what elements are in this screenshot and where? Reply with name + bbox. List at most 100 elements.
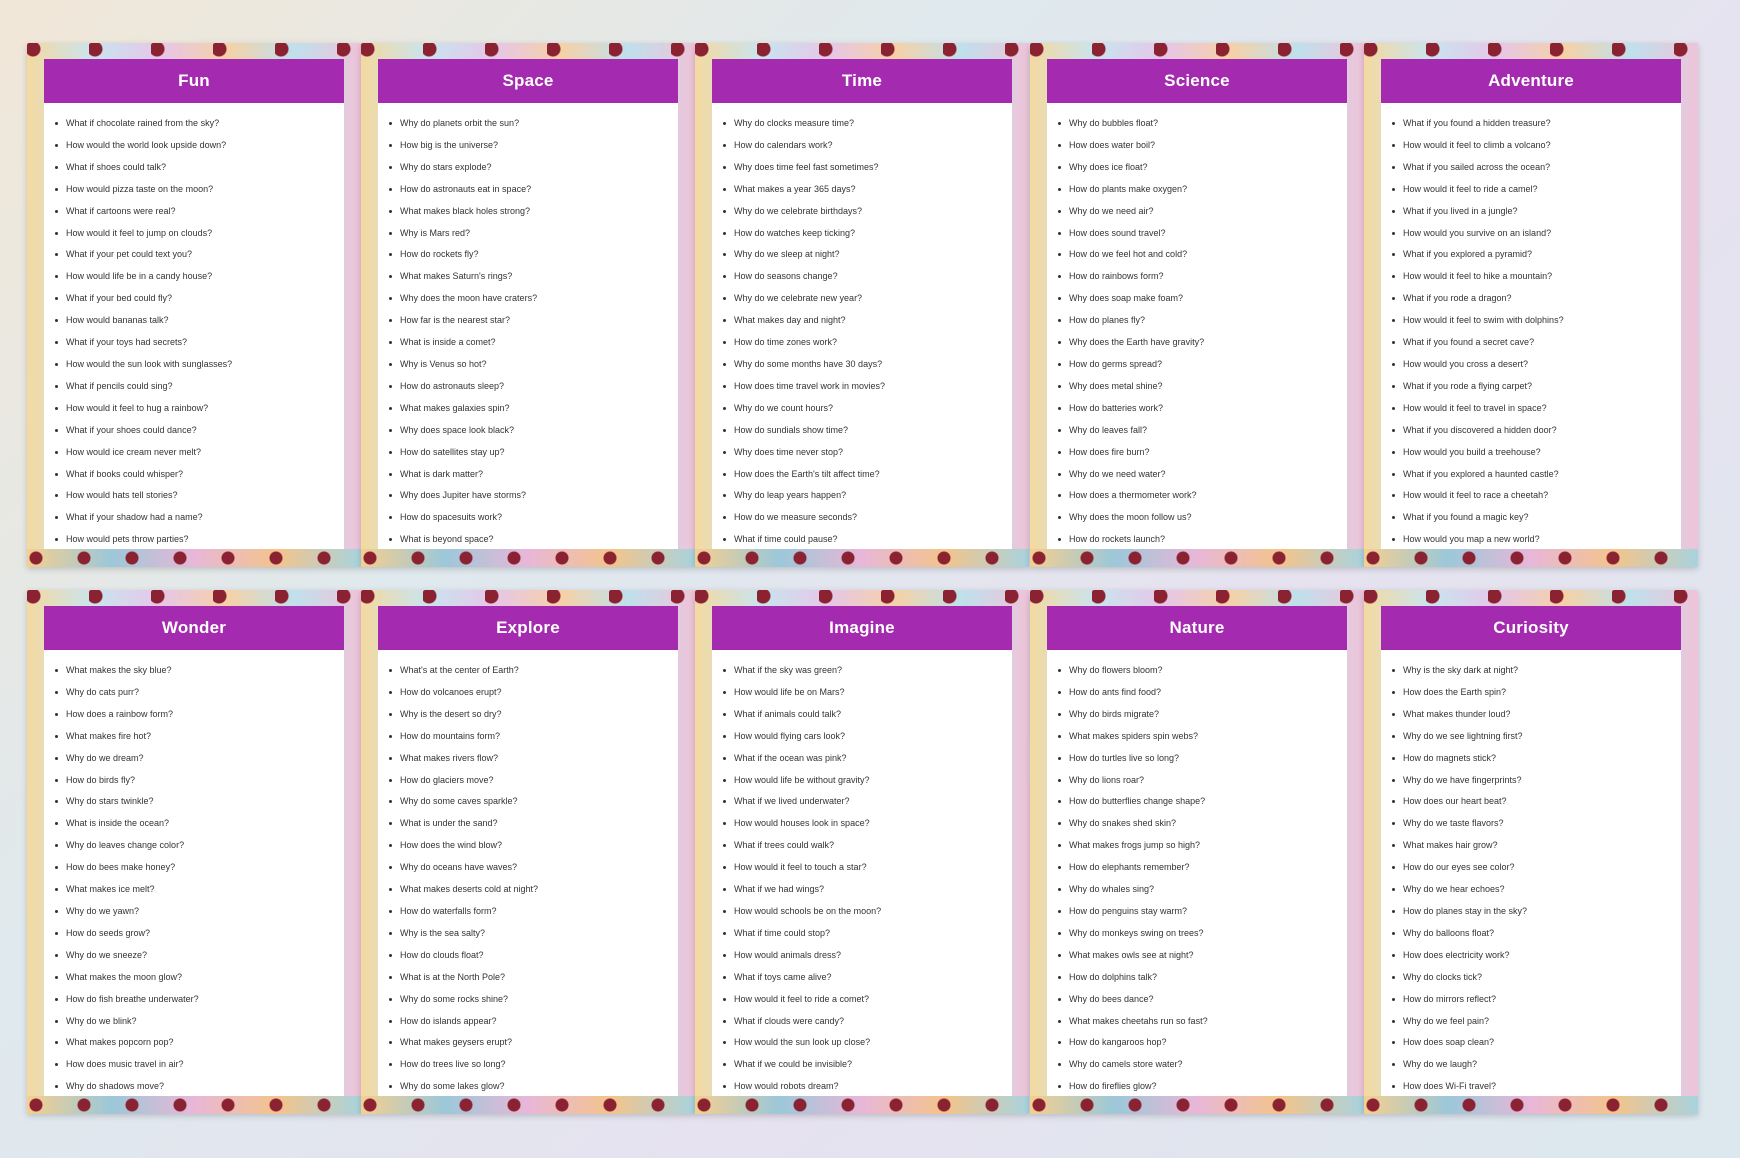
question-item: What if toys came alive? — [722, 967, 1012, 989]
question-item: How would life be without gravity? — [722, 770, 1012, 792]
question-item: What if your shadow had a name? — [54, 507, 344, 529]
question-item: Why do planets orbit the sun? — [388, 113, 678, 135]
question-item: How do trees live so long? — [388, 1054, 678, 1076]
question-item: Why do flowers bloom? — [1057, 660, 1347, 682]
question-item: How do mirrors reflect? — [1391, 989, 1681, 1011]
question-item: Why do we sneeze? — [54, 945, 344, 967]
question-item: What is inside a comet? — [388, 332, 678, 354]
card-title: Curiosity — [1381, 606, 1681, 650]
question-item: Why does space look black? — [388, 420, 678, 442]
question-item: How does fire burn? — [1057, 442, 1347, 464]
question-item: What is inside the ocean? — [54, 813, 344, 835]
worksheet-grid: Fun What if chocolate rained from the sky… — [0, 0, 1740, 1158]
question-item: What if you discovered a hidden door? — [1391, 420, 1681, 442]
question-item: Why do we sleep at night? — [722, 244, 1012, 266]
question-item: How do astronauts sleep? — [388, 376, 678, 398]
question-item: How do batteries work? — [1057, 398, 1347, 420]
question-card: Fun What if chocolate rained from the sky… — [27, 43, 361, 567]
question-item: How would you map a new world? — [1391, 529, 1681, 551]
question-item: How would ice cream never melt? — [54, 442, 344, 464]
question-item: How would it feel to climb a volcano? — [1391, 135, 1681, 157]
card-title: Nature — [1047, 606, 1347, 650]
question-item: What is beyond space? — [388, 529, 678, 551]
question-item: How would it feel to travel in space? — [1391, 398, 1681, 420]
question-item: What makes black holes strong? — [388, 201, 678, 223]
question-item: How do plants make oxygen? — [1057, 179, 1347, 201]
question-item: Why do we taste flavors? — [1391, 813, 1681, 835]
question-item: Why does time feel fast sometimes? — [722, 157, 1012, 179]
question-item: How do we measure seconds? — [722, 507, 1012, 529]
question-item: What makes deserts cold at night? — [388, 879, 678, 901]
question-item: How do glaciers move? — [388, 770, 678, 792]
question-item: What if your bed could fly? — [54, 288, 344, 310]
question-item: How would hats tell stories? — [54, 485, 344, 507]
question-item: How do clouds float? — [388, 945, 678, 967]
question-item: What if chocolate rained from the sky? — [54, 113, 344, 135]
question-item: Why do balloons float? — [1391, 923, 1681, 945]
question-item: Why do we celebrate new year? — [722, 288, 1012, 310]
question-item: Why do leap years happen? — [722, 485, 1012, 507]
question-item: What makes ice melt? — [54, 879, 344, 901]
question-item: Why do birds migrate? — [1057, 704, 1347, 726]
question-item: Why do we yawn? — [54, 901, 344, 923]
question-item: How would animals dress? — [722, 945, 1012, 967]
question-item: What if your shoes could dance? — [54, 420, 344, 442]
question-card: Curiosity Why is the sky dark at night? Ho… — [1364, 590, 1698, 1114]
question-item: Why does Jupiter have storms? — [388, 485, 678, 507]
question-item: Why do stars explode? — [388, 157, 678, 179]
question-item: How would it feel to race a cheetah? — [1391, 485, 1681, 507]
question-item: How would life be in a candy house? — [54, 266, 344, 288]
question-item: How would it feel to hike a mountain? — [1391, 266, 1681, 288]
question-item: How would schools be on the moon? — [722, 901, 1012, 923]
question-item: Why do we have fingerprints? — [1391, 770, 1681, 792]
question-item: Why do oceans have waves? — [388, 857, 678, 879]
question-item: Why is the sea salty? — [388, 923, 678, 945]
question-item: How would you build a treehouse? — [1391, 442, 1681, 464]
question-list: What's at the center of Earth? How do vol… — [378, 660, 678, 1098]
card-body: Science Why do bubbles float? How does wat… — [1047, 59, 1347, 549]
question-item: What makes cheetahs run so fast? — [1057, 1011, 1347, 1033]
question-item: How would flying cars look? — [722, 726, 1012, 748]
question-item: What if pencils could sing? — [54, 376, 344, 398]
question-item: How do rainbows form? — [1057, 266, 1347, 288]
question-item: What makes geysers erupt? — [388, 1032, 678, 1054]
question-item: What is at the North Pole? — [388, 967, 678, 989]
question-item: How does our heart beat? — [1391, 791, 1681, 813]
question-item: How do waterfalls form? — [388, 901, 678, 923]
question-item: How do watches keep ticking? — [722, 223, 1012, 245]
question-item: How do elephants remember? — [1057, 857, 1347, 879]
question-item: How do we feel hot and cold? — [1057, 244, 1347, 266]
card-title: Science — [1047, 59, 1347, 103]
question-item: How do rockets fly? — [388, 244, 678, 266]
question-item: How would houses look in space? — [722, 813, 1012, 835]
question-item: How do volcanoes erupt? — [388, 682, 678, 704]
question-card: Explore What's at the center of Earth? How… — [361, 590, 695, 1114]
question-item: How would you cross a desert? — [1391, 354, 1681, 376]
question-item: What's at the center of Earth? — [388, 660, 678, 682]
question-item: What if trees could walk? — [722, 835, 1012, 857]
question-item: Why does the moon have craters? — [388, 288, 678, 310]
question-item: What if we had wings? — [722, 879, 1012, 901]
question-list: Why do flowers bloom? How do ants find fo… — [1047, 660, 1347, 1098]
card-body: Adventure What if you found a hidden trea… — [1381, 59, 1681, 549]
question-item: How do bees make honey? — [54, 857, 344, 879]
question-list: Why do planets orbit the sun? How big is … — [378, 113, 678, 551]
question-item: How does electricity work? — [1391, 945, 1681, 967]
question-item: How would life be on Mars? — [722, 682, 1012, 704]
question-item: What if you explored a haunted castle? — [1391, 464, 1681, 486]
question-item: How do our eyes see color? — [1391, 857, 1681, 879]
question-item: Why do we celebrate birthdays? — [722, 201, 1012, 223]
question-item: What makes day and night? — [722, 310, 1012, 332]
question-item: How would it feel to swim with dolphins? — [1391, 310, 1681, 332]
question-item: How do birds fly? — [54, 770, 344, 792]
question-item: What makes thunder loud? — [1391, 704, 1681, 726]
question-item: What makes the sky blue? — [54, 660, 344, 682]
question-item: Why do we need water? — [1057, 464, 1347, 486]
question-item: How do rockets launch? — [1057, 529, 1347, 551]
question-item: Why do lions roar? — [1057, 770, 1347, 792]
question-item: Why is Mars red? — [388, 223, 678, 245]
question-item: What makes hair grow? — [1391, 835, 1681, 857]
question-item: Why do stars twinkle? — [54, 791, 344, 813]
question-card: Time Why do clocks measure time? How do ca… — [695, 43, 1029, 567]
question-item: How does sound travel? — [1057, 223, 1347, 245]
